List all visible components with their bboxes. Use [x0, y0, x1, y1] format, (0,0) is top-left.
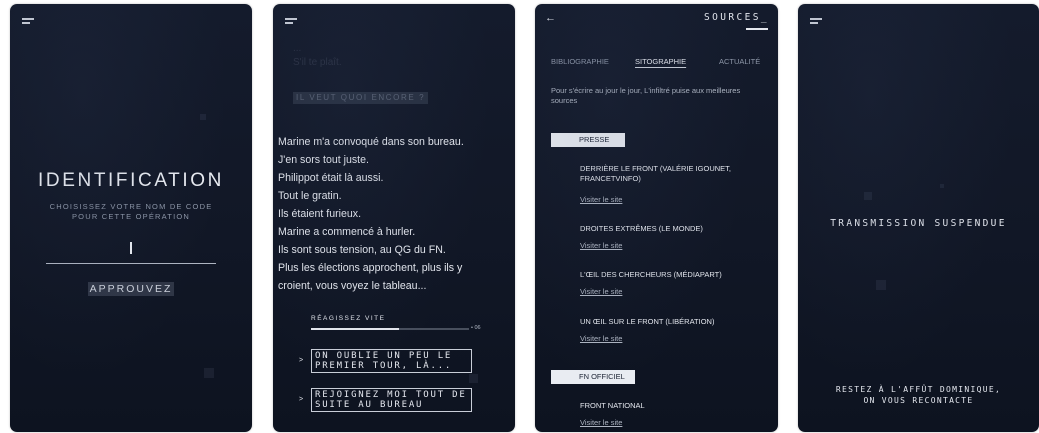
tab-sitographie[interactable]: SITOGRAPHIE — [635, 57, 686, 66]
decorative-square — [469, 374, 478, 383]
timer-progress-fill — [311, 328, 400, 330]
timer-value: • 06 — [471, 325, 481, 331]
timer-progress-bar — [311, 328, 469, 330]
timer-label: RÉAGISSEZ VITE — [311, 315, 386, 322]
tab-actualite[interactable]: ACTUALITÉ — [719, 57, 760, 66]
source-title: DERRIÈRE LE FRONT (VALÉRIE IGOUNET, FRAN… — [580, 164, 731, 183]
decorative-square — [864, 192, 872, 200]
visit-site-link[interactable]: Visiter le site — [580, 287, 622, 296]
approve-button[interactable]: APPROUVEZ — [88, 282, 174, 296]
category-presse: PRESSE — [551, 133, 625, 147]
menu-icon[interactable] — [810, 18, 822, 25]
tab-bibliographie[interactable]: BIBLIOGRAPHIE — [551, 57, 609, 66]
previous-message-faded: ... S'il te plaît. — [293, 43, 342, 68]
choice-label[interactable]: ON OUBLIE UN PEU LE PREMIER TOUR, LÀ... — [311, 349, 472, 373]
transmission-footer: RESTEZ À L'AFFÛT DOMINIQUE, ON VOUS RECO… — [835, 385, 1002, 405]
source-title: L'ŒIL DES CHERCHEURS (MÉDIAPART) — [580, 270, 722, 279]
identification-screen: IDENTIFICATION CHOISISSEZ VOTRE NOM DE C… — [10, 4, 252, 432]
identification-title: IDENTIFICATION — [38, 170, 224, 191]
back-arrow-icon[interactable]: ← — [545, 12, 556, 24]
decorative-square — [876, 280, 886, 290]
visit-site-link[interactable]: Visiter le site — [580, 418, 622, 427]
story-message: Marine m'a convoqué dans son bureau. J'e… — [278, 136, 464, 292]
sources-intro: Pour s'écrire au jour le jour, L'infiltr… — [551, 86, 741, 105]
visit-site-link[interactable]: Visiter le site — [580, 334, 622, 343]
visit-site-link[interactable]: Visiter le site — [580, 195, 622, 204]
transmission-status: TRANSMISSION SUSPENDUE — [830, 218, 1007, 229]
code-name-input-cursor[interactable] — [130, 242, 132, 254]
category-fn-officiel: FN OFFICIEL — [551, 370, 635, 384]
choice-label[interactable]: REJOIGNEZ MOI TOUT DE SUITE AU BUREAU — [311, 388, 472, 412]
menu-icon[interactable] — [22, 18, 34, 25]
source-title: FRONT NATIONAL — [580, 401, 645, 410]
title-underline — [746, 28, 768, 30]
decorative-square — [200, 114, 206, 120]
sources-screen: ← SOURCES_ BIBLIOGRAPHIE SITOGRAPHIE ACT… — [535, 4, 778, 432]
previous-prompt-chip: IL VEUT QUOI ENCORE ? — [293, 92, 429, 104]
source-title: DROITES EXTRÊMES (LE MONDE) — [580, 224, 703, 233]
visit-site-link[interactable]: Visiter le site — [580, 241, 622, 250]
code-name-input[interactable] — [46, 263, 216, 264]
sources-title: SOURCES_ — [704, 12, 769, 23]
conversation-screen: ... S'il te plaît. IL VEUT QUOI ENCORE ?… — [273, 4, 515, 432]
identification-subtitle: CHOISISSEZ VOTRE NOM DE CODE POUR CETTE … — [49, 202, 213, 221]
menu-icon[interactable] — [285, 18, 297, 25]
choice-arrow-icon: > — [299, 357, 304, 364]
source-title: UN ŒIL SUR LE FRONT (LIBÉRATION) — [580, 317, 715, 326]
decorative-square — [204, 368, 214, 378]
decorative-square — [940, 184, 944, 188]
choice-arrow-icon: > — [299, 396, 304, 403]
transmission-screen: TRANSMISSION SUSPENDUE RESTEZ À L'AFFÛT … — [798, 4, 1039, 432]
